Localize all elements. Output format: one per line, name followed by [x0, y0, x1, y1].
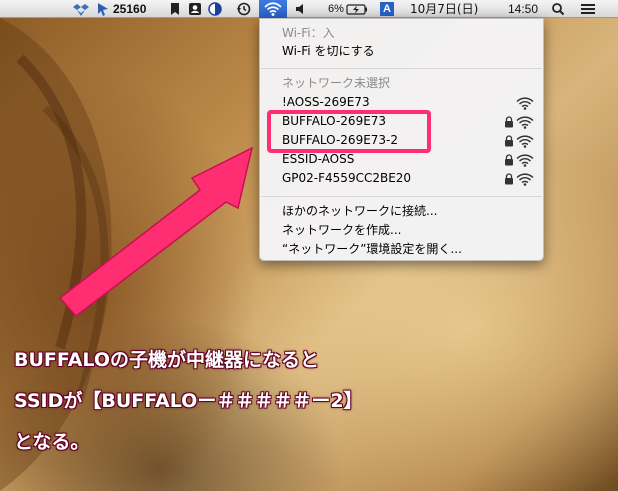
- lock-icon: [505, 173, 513, 185]
- wifi-signal-icon: [516, 135, 534, 148]
- time-machine-icon[interactable]: [236, 0, 251, 18]
- lock-icon: [505, 116, 513, 128]
- menu-separator: [261, 68, 542, 69]
- menubar-date[interactable]: 10月7日(日): [410, 0, 478, 18]
- caption-line-3: となる。: [14, 431, 90, 453]
- battery-charging-icon[interactable]: [346, 0, 368, 18]
- wifi-menu-extra[interactable]: [259, 0, 287, 18]
- wifi-toggle-item[interactable]: Wi-Fi を切にする: [282, 43, 375, 60]
- dropbox-icon[interactable]: [73, 0, 89, 18]
- wifi-signal-icon: [516, 154, 534, 167]
- network-section-header: ネットワーク未選択: [282, 76, 391, 90]
- menubar-clock[interactable]: 14:50: [508, 0, 538, 18]
- contrast-icon[interactable]: [208, 0, 222, 18]
- lock-icon: [505, 135, 513, 147]
- notification-list-icon[interactable]: [580, 0, 596, 18]
- input-method-icon[interactable]: A: [380, 0, 394, 18]
- wifi-signal-icon: [516, 173, 534, 186]
- wifi-signal-icon: [516, 116, 534, 129]
- contacts-icon[interactable]: [188, 0, 202, 18]
- caption-line-1: BUFFALOの子機が中継器になると: [14, 349, 319, 371]
- network-item[interactable]: !AOSS-269E73: [282, 94, 370, 111]
- battery-percent[interactable]: 6%: [328, 0, 344, 18]
- create-network-item[interactable]: ネットワークを作成...: [282, 222, 401, 239]
- wifi-icon: [264, 2, 282, 16]
- caption-line-2: SSIDが【BUFFALOー＃＃＃＃＃ー2】: [14, 390, 363, 412]
- spotlight-search-icon[interactable]: [551, 0, 565, 18]
- bookmark-icon[interactable]: [170, 0, 180, 18]
- highlight-box: [267, 110, 431, 153]
- join-other-network-item[interactable]: ほかのネットワークに接続...: [282, 203, 437, 220]
- wifi-signal-icon: [516, 97, 534, 110]
- wifi-status: Wi-Fi：入: [282, 26, 335, 40]
- volume-icon[interactable]: [294, 0, 308, 18]
- menu-bar: 25160 6% A 10月7日(日) 14:50: [0, 0, 618, 18]
- network-item[interactable]: GP02-F4559CC2BE20: [282, 170, 411, 187]
- open-network-prefs-item[interactable]: “ネットワーク”環境設定を開く...: [282, 241, 462, 258]
- menu-separator: [261, 196, 542, 197]
- counter-readout[interactable]: 25160: [113, 0, 146, 18]
- cursor-icon[interactable]: [96, 0, 110, 18]
- lock-icon: [505, 154, 513, 166]
- network-item[interactable]: ESSID-AOSS: [282, 151, 354, 168]
